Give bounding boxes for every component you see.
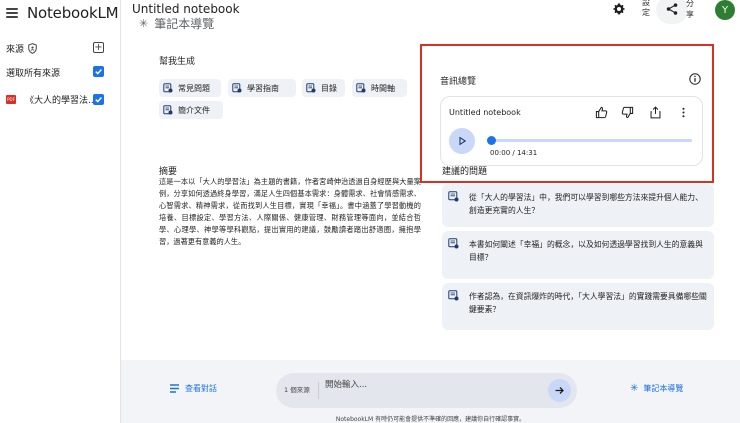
thumbs-up-icon[interactable] [595,106,608,119]
divider [318,382,319,399]
sparkle-icon: ✳ [630,383,639,394]
play-button[interactable] [449,128,475,154]
chat-input-box: 1 個來源 [276,373,577,408]
chip-faq[interactable]: 常見問題 [159,79,221,97]
select-all-label: 選取所有來源 [6,69,61,79]
disclaimer: NotebookLM 有時仍可能會提供不準確的回應，建議你自行確認事實。 [335,416,526,423]
sidebar: NotebookLM 來源 + 選取所有來源 PDF 《大人的學習法... [0,0,121,423]
add-source-button[interactable]: + [93,42,104,53]
check-icon [95,97,102,103]
notebook-guide-button[interactable]: ✳ 筆記本導覽 [630,383,683,394]
audio-progress-thumb[interactable] [487,136,496,145]
menu-icon[interactable] [6,8,18,18]
check-icon [95,69,102,75]
document-plus-icon [232,83,242,93]
suggested-question-text: 從「大人的學習法」中，我們可以學習到哪些方法來提升個人能力、創造更充實的人生？ [469,193,703,215]
audio-overview: 音訊總覽 Untitled notebook 00:00 / 14:31 [420,44,714,183]
share-icon[interactable] [665,2,679,16]
settings-button-label[interactable]: 設定 [636,0,656,18]
audio-progress-track[interactable] [487,139,692,142]
chip-timeline[interactable]: 時間軸 [352,79,407,97]
shield-icon[interactable] [28,43,37,54]
more-vert-icon[interactable] [677,106,690,119]
chip-label: 目錄 [321,83,337,93]
source-count: 1 個來源 [284,386,310,394]
notebook-guide-panel: ✳ 筆記本導覽 幫我生成 常見問題 學習指南 目錄 時間軸 簡介文件 摘要 這是… [121,17,740,360]
chip-label: 簡介文件 [178,105,210,115]
source-checkbox[interactable] [93,94,104,105]
question-doc-icon [448,238,459,249]
chip-briefing-doc[interactable]: 簡介文件 [159,101,223,119]
suggested-question-text: 本書如何闡述「幸福」的概念，以及如何透過學習找到人生的意義與目標？ [469,240,703,262]
select-all-checkbox[interactable] [93,66,104,77]
audio-overview-title: 音訊總覽 [440,77,477,87]
question-doc-icon [448,290,459,301]
share-export-icon[interactable] [649,106,662,119]
chip-label: 學習指南 [247,83,279,93]
brand: NotebookLM [6,2,119,24]
chip-study-guide[interactable]: 學習指南 [228,79,296,97]
audio-card-title: Untitled notebook [449,108,521,117]
send-button[interactable] [548,379,571,402]
avatar[interactable]: Y [715,0,735,20]
help-me-create-label: 幫我生成 [159,57,196,67]
sources-header: 來源 [6,42,106,55]
suggested-question-text: 作者認為，在資訊爆炸的時代，「大人學習法」的實踐需要具備哪些關鍵要素？ [469,292,707,314]
chat-input[interactable] [325,378,535,392]
suggested-question[interactable]: 從「大人的學習法」中，我們可以學習到哪些方法來提升個人能力、創造更充實的人生？ [442,184,714,227]
question-doc-icon [448,191,459,202]
document-plus-icon [163,105,173,115]
info-icon[interactable] [689,73,701,85]
guide-header: ✳ 筆記本導覽 [139,15,214,32]
chip-label: 時間軸 [371,83,395,93]
share-button-label[interactable]: 分享 [686,0,698,20]
document-plus-icon [163,83,173,93]
chip-table-of-contents[interactable]: 目錄 [302,79,345,97]
notebook-title[interactable]: Untitled notebook [132,2,240,16]
audio-time: 00:00 / 14:31 [490,149,538,157]
view-chat-label: 查看對話 [185,384,217,393]
gear-icon[interactable] [612,2,626,16]
thumbs-down-icon[interactable] [621,106,634,119]
chip-label: 常見問題 [178,83,210,93]
suggested-questions-title: 建議的問題 [442,167,488,177]
arrow-right-icon [555,387,564,394]
sparkle-icon: ✳ [139,17,149,30]
sources-label: 來源 [6,45,25,55]
document-plus-icon [306,83,316,93]
source-item[interactable]: PDF 《大人的學習法... [6,93,106,106]
play-icon [459,136,467,146]
pdf-icon: PDF [6,95,16,104]
audio-player-card: Untitled notebook 00:00 / 14:31 [440,96,703,166]
suggested-question[interactable]: 本書如何闡述「幸福」的概念，以及如何透過學習找到人生的意義與目標？ [442,231,714,279]
guide-header-label: 筆記本導覽 [154,17,215,31]
document-plus-icon [356,83,366,93]
summary-text: 這是一本以「大人的學習法」為主題的書籍，作者宮崎伸治透過自身經歷與大量案例，分享… [159,177,421,246]
select-all-row[interactable]: 選取所有來源 [6,66,106,79]
chat-list-icon [170,384,179,393]
suggested-question[interactable]: 作者認為，在資訊爆炸的時代，「大人學習法」的實踐需要具備哪些關鍵要素？ [442,283,714,330]
source-item-label: 《大人的學習法... [25,96,97,106]
view-chat-button[interactable]: 查看對話 [169,383,217,394]
app-name: NotebookLM [27,4,119,22]
notebook-guide-label: 筆記本導覽 [643,384,684,393]
chat-footer: 查看對話 1 個來源 ✳ 筆記本導覽 NotebookLM 有時仍可能會提供不準… [121,360,740,423]
